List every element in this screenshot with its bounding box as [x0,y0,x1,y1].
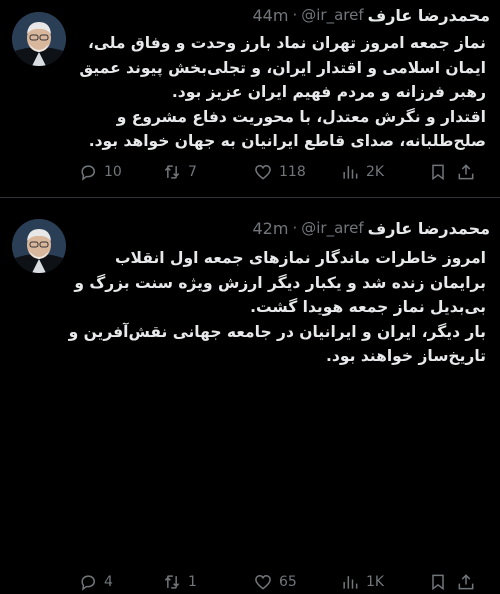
tweet-header: محمدرضا عارف @ir_aref · 44m [253,2,491,28]
view-count: 2K [366,164,385,180]
retweet-icon [164,575,180,589]
tweet-time[interactable]: 44m [253,6,289,25]
like-button[interactable]: 118 [253,160,306,184]
bookmark-icon [432,574,444,591]
retweet-count: 7 [188,164,197,180]
retweet-icon [164,165,180,179]
author-name[interactable]: محمدرضا عارف [368,219,490,238]
retweet-button[interactable]: 7 [162,160,197,184]
reply-count: 10 [104,164,122,180]
reply-count: 4 [104,574,113,590]
share-button[interactable] [456,160,476,184]
tweet[interactable]: محمدرضا عارف @ir_aref · 42m امروز خاطرات… [0,199,500,591]
bookmark-button[interactable] [428,570,448,594]
avatar[interactable] [12,219,66,273]
tweet-line: بار دیگر، ایران و ایرانیان در جامعه جهان… [68,322,486,341]
retweet-button[interactable]: 1 [162,570,197,594]
bar-chart-icon [343,576,358,589]
author-name[interactable]: محمدرضا عارف [368,6,490,25]
action-bar: 10 7 118 2K [78,160,474,184]
view-count: 1K [366,574,385,590]
bookmark-button[interactable] [428,160,448,184]
bar-chart-icon [343,166,358,179]
tweet-line: صلح‌طلبانه، صدای قاطع ایرانیان به جهان خ… [88,132,486,150]
heart-icon [255,164,271,180]
heart-icon [255,574,271,590]
views-button[interactable]: 1K [340,570,384,594]
reply-button[interactable]: 10 [78,160,122,184]
tweet-line: ایمان اسلامی و اقتدار ایران، و تجلی‌بخش … [79,58,486,77]
share-icon [458,574,474,590]
reply-button[interactable]: 4 [78,570,113,594]
share-button[interactable] [456,570,476,594]
retweet-count: 1 [188,574,197,590]
separator-dot: · [292,6,298,24]
tweet-line: امروز خاطرات ماندگار نمازهای جمعه اول ان… [114,249,486,267]
share-icon [458,164,474,180]
author-handle[interactable]: @ir_aref [301,6,363,24]
like-count: 118 [279,164,306,180]
separator-dot: · [292,219,298,237]
like-count: 65 [279,574,297,590]
avatar[interactable] [12,12,66,66]
bookmark-icon [432,164,444,181]
like-button[interactable]: 65 [253,570,297,594]
tweet-line: بی‌بدیل نماز جمعه هویدا گشت. [250,298,486,316]
reply-icon [81,165,96,181]
tweet-line: نماز جمعه امروز تهران نماد بارز وحدت و و… [88,34,486,52]
action-bar: 4 1 65 1K [78,570,474,594]
tweet[interactable]: محمدرضا عارف @ir_aref · 44m نماز جمعه ام… [0,0,500,198]
tweet-text: امروز خاطرات ماندگار نمازهای جمعه اول ان… [68,246,486,369]
tweet-time[interactable]: 42m [253,219,289,238]
tweet-line: اقتدار و نگرش معتدل، با محوریت دفاع مشرو… [116,107,486,126]
tweet-line: تاریخ‌ساز خواهند بود. [326,347,486,365]
views-button[interactable]: 2K [340,160,384,184]
reply-icon [81,575,96,591]
tweet-text: نماز جمعه امروز تهران نماد بارز وحدت و و… [79,31,486,154]
tweet-line: رهبر فرزانه و مردم فهیم ایران عزیز بود. [171,83,486,101]
author-handle[interactable]: @ir_aref [301,219,363,237]
tweet-line: برایمان زنده شد و یکبار دیگر ارزش ویژه س… [74,273,486,292]
tweet-header: محمدرضا عارف @ir_aref · 42m [253,215,491,241]
